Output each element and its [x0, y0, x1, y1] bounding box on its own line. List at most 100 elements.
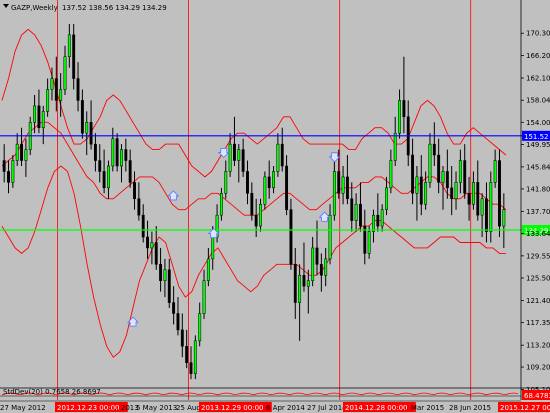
bear-candle — [432, 143, 436, 156]
bull-candle — [385, 187, 388, 210]
bull-candle — [163, 269, 167, 281]
resistance-price-label: 151.52 — [524, 133, 549, 141]
price-tick-label: 113.20 — [526, 342, 550, 350]
bear-candle — [185, 346, 189, 363]
bull-candle — [311, 247, 315, 281]
bear-candle — [20, 143, 23, 161]
bull-candle — [367, 231, 371, 254]
bull-candle — [502, 209, 506, 227]
bear-candle — [445, 171, 449, 189]
bear-candle — [154, 242, 158, 265]
price-tick-label: 141.80 — [526, 185, 550, 193]
bear-candle — [141, 214, 145, 238]
bull-candle — [237, 149, 241, 161]
bear-candle — [280, 143, 284, 167]
bull-candle — [471, 182, 475, 205]
bear-candle — [176, 313, 180, 331]
bear-candle — [267, 176, 271, 189]
bear-candle — [189, 362, 193, 374]
chart-window[interactable]: 151.52 134.29 170.30 166.20 162.10 158.04 154… — [0, 0, 550, 413]
bull-candle — [85, 122, 89, 134]
bull-candle — [272, 171, 275, 189]
bear-candle — [467, 193, 471, 205]
bull-candle — [398, 100, 401, 134]
indicator-label: StdDev(20) 0.7658 26.8697 — [3, 388, 101, 396]
price-tick-label: 137.70 — [526, 208, 550, 216]
bear-candle — [72, 34, 76, 79]
bull-candle — [198, 313, 202, 342]
price-tick-label: 170.30 — [526, 30, 550, 38]
bear-candle — [463, 160, 467, 194]
price-tick-label: 149.95 — [526, 141, 550, 149]
bull-candle — [211, 236, 215, 260]
bear-candle — [146, 236, 149, 249]
bull-candle — [50, 78, 54, 90]
bull-candle — [111, 138, 115, 167]
bull-candle — [424, 182, 428, 205]
time-tick-label: 2013.12.29 00:00 — [201, 404, 263, 412]
price-tick-label: 129.55 — [526, 252, 550, 260]
bear-candle — [476, 182, 480, 216]
ohlc-readout: 137.52 138.56 134.29 134.29 — [62, 4, 167, 12]
time-tick-label: 28 Jun 2015 — [449, 404, 491, 412]
bear-candle — [98, 160, 102, 172]
bear-candle — [246, 171, 249, 194]
bear-candle — [133, 182, 136, 200]
bull-candle — [219, 193, 223, 216]
bear-candle — [102, 171, 106, 189]
bear-candle — [402, 100, 406, 118]
bull-candle — [150, 242, 154, 249]
bull-candle — [493, 160, 497, 183]
bull-candle — [428, 143, 432, 183]
bull-candle — [228, 143, 232, 172]
bear-candle — [37, 105, 41, 128]
bear-candle — [350, 198, 354, 221]
bull-candle — [11, 160, 15, 183]
bear-candle — [419, 176, 423, 205]
bull-candle — [324, 258, 328, 276]
bear-candle — [359, 203, 362, 227]
bull-candle — [480, 198, 484, 216]
price-tick-label: 117.35 — [526, 319, 550, 327]
bear-candle — [289, 209, 293, 265]
bear-candle — [254, 214, 258, 227]
time-tick-label: 2012.12.23 00:00 — [57, 404, 119, 412]
price-tick-label: 133.64 — [526, 230, 550, 238]
bull-candle — [15, 143, 19, 161]
bear-candle — [411, 154, 415, 194]
bull-candle — [306, 280, 310, 287]
bull-candle — [354, 203, 358, 221]
bull-candle — [328, 214, 332, 260]
time-tick-label: 27 Jul 2014 — [307, 404, 347, 412]
bear-candle — [159, 264, 163, 281]
bear-candle — [180, 329, 184, 347]
time-tick-label: 2014.12.28 00:00 — [345, 404, 407, 412]
bull-candle — [454, 182, 458, 200]
price-tick-label: 145.84 — [526, 163, 550, 171]
bear-candle — [337, 171, 341, 194]
bull-candle — [24, 149, 28, 161]
bear-candle — [7, 171, 10, 183]
bull-candle — [63, 56, 67, 90]
bull-candle — [46, 89, 50, 112]
bear-candle — [80, 100, 84, 134]
bear-candle — [2, 160, 6, 172]
chart-canvas[interactable]: 151.52134.29 170.30166.20162.10158.04154… — [0, 0, 550, 413]
bull-candle — [415, 176, 419, 194]
bear-candle — [233, 143, 236, 161]
bull-candle — [341, 176, 345, 194]
bear-candle — [285, 165, 289, 210]
bear-candle — [172, 302, 176, 314]
bear-candle — [54, 78, 58, 101]
bull-candle — [107, 165, 110, 189]
bear-candle — [89, 122, 93, 145]
price-tick-label: 121.40 — [526, 297, 550, 305]
price-tick-label: 166.20 — [526, 52, 550, 60]
bear-candle — [167, 269, 171, 303]
bull-candle — [120, 149, 123, 167]
bull-candle — [193, 340, 197, 374]
bull-candle — [276, 143, 280, 172]
bull-candle — [224, 171, 228, 194]
time-tick-label: 27 May 2012 — [0, 404, 46, 412]
price-tick-label: 109.20 — [526, 364, 550, 372]
